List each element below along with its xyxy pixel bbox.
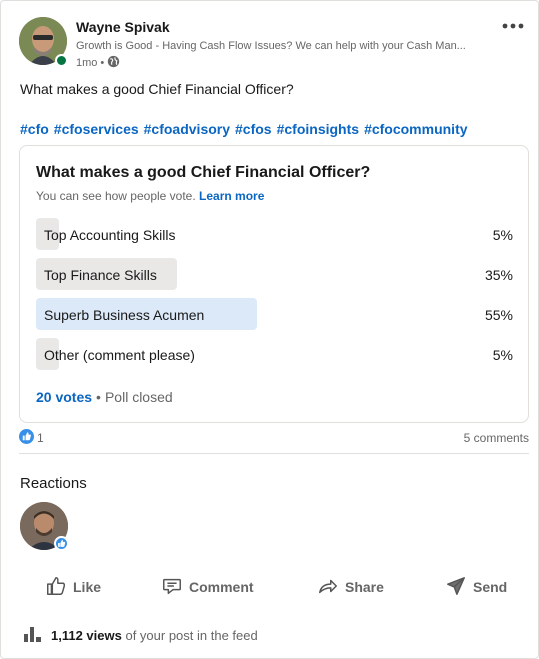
poll-option-selected: Superb Business Acumen 55% <box>36 298 513 330</box>
poll-card: What makes a good Chief Financial Office… <box>19 145 529 423</box>
like-count: 1 <box>37 431 44 445</box>
like-badge-icon <box>54 536 69 551</box>
poll-option: Top Accounting Skills 5% <box>36 218 513 250</box>
post-actions: Like Comment Share Send <box>19 569 529 605</box>
poll-option-label: Other (comment please) <box>44 347 195 363</box>
poll-visibility-note: You can see how people vote. Learn more <box>36 189 264 203</box>
comment-button[interactable]: Comment <box>161 569 254 605</box>
poll-status: Poll closed <box>104 389 173 405</box>
more-options-button[interactable] <box>499 15 527 35</box>
hashtag-link[interactable]: #cfo <box>20 121 49 137</box>
share-icon <box>317 575 339 600</box>
more-icon <box>502 16 524 34</box>
poll-visibility-text: You can see how people vote. <box>36 189 196 203</box>
author-headline: Growth is Good - Having Cash Flow Issues… <box>76 40 466 52</box>
comments-count-link[interactable]: 5 comments <box>464 431 529 445</box>
send-button[interactable]: Send <box>445 569 507 605</box>
reaction-count-button[interactable]: 1 <box>19 429 44 447</box>
poll-option-percent: 5% <box>492 227 513 243</box>
poll-footer-separator: • <box>96 389 101 405</box>
poll-option-percent: 35% <box>484 267 513 283</box>
like-button[interactable]: Like <box>45 569 101 605</box>
like-icon <box>45 575 67 600</box>
poll-option: Other (comment please) 5% <box>36 338 513 370</box>
comment-label: Comment <box>189 579 254 595</box>
analytics-icon <box>23 625 43 646</box>
post-time: 1mo <box>76 57 98 69</box>
like-label: Like <box>73 579 102 595</box>
share-label: Share <box>345 579 384 595</box>
poll-footer: 20 votes • Poll closed <box>36 389 173 405</box>
like-reaction-icon <box>19 429 34 447</box>
send-icon <box>445 575 467 600</box>
poll-question: What makes a good Chief Financial Office… <box>36 164 371 181</box>
post-meta: 1mo • <box>76 55 120 71</box>
share-button[interactable]: Share <box>317 569 384 605</box>
poll-option-percent: 55% <box>484 307 513 323</box>
post-text: What makes a good Chief Financial Office… <box>20 81 294 97</box>
comment-icon <box>161 575 183 600</box>
poll-option-percent: 5% <box>492 347 513 363</box>
hashtag-link[interactable]: #cfocommunity <box>364 121 467 137</box>
hashtag-link[interactable]: #cfoadvisory <box>144 121 230 137</box>
views-count: 1,112 views <box>51 628 122 643</box>
post-analytics[interactable]: 1,112 views of your post in the feed <box>23 625 258 646</box>
post-card: Wayne Spivak Growth is Good - Having Cas… <box>0 0 539 659</box>
reactions-heading: Reactions <box>20 475 87 492</box>
hashtag-link[interactable]: #cfoservices <box>54 121 139 137</box>
globe-icon <box>107 55 120 71</box>
divider <box>19 453 529 454</box>
poll-option-label: Superb Business Acumen <box>44 307 205 323</box>
meta-separator: • <box>100 57 105 69</box>
author-name[interactable]: Wayne Spivak <box>76 19 170 35</box>
online-status-dot <box>55 54 68 67</box>
social-counts: 1 5 comments <box>19 429 529 449</box>
hashtag-link[interactable]: #cfoinsights <box>277 121 359 137</box>
poll-votes-link[interactable]: 20 votes <box>36 389 92 405</box>
hashtag-list: #cfo #cfoservices #cfoadvisory #cfos #cf… <box>20 121 468 137</box>
poll-option-label: Top Accounting Skills <box>44 227 176 243</box>
send-label: Send <box>473 579 508 595</box>
poll-option: Top Finance Skills 35% <box>36 258 513 290</box>
hashtag-link[interactable]: #cfos <box>235 121 272 137</box>
views-text: 1,112 views of your post in the feed <box>51 628 258 643</box>
poll-option-label: Top Finance Skills <box>44 267 157 283</box>
post-header: Wayne Spivak Growth is Good - Having Cas… <box>19 15 529 71</box>
views-suffix: of your post in the feed <box>125 628 258 643</box>
learn-more-link[interactable]: Learn more <box>199 189 264 203</box>
